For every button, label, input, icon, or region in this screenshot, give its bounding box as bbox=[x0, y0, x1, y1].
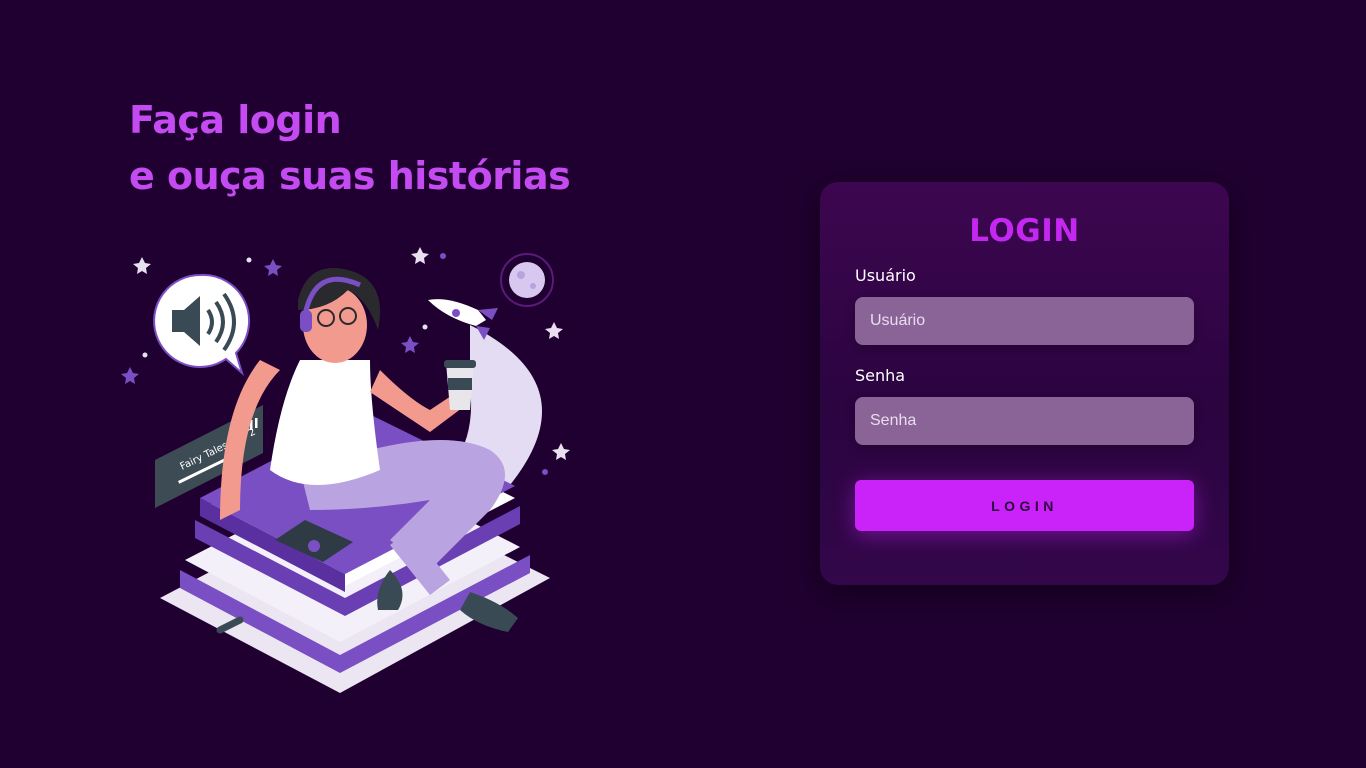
password-label: Senha bbox=[855, 366, 906, 385]
hero-headline: Faça login e ouça suas histórias bbox=[129, 92, 571, 204]
hero-line-1: Faça login bbox=[129, 98, 342, 142]
username-input[interactable] bbox=[855, 297, 1194, 345]
audiobook-illustration: Fairy Tales Vol. 2 bbox=[121, 247, 570, 693]
login-page: Faça login e ouça suas histórias Fairy T… bbox=[0, 0, 1366, 768]
hero-line-2: e ouça suas histórias bbox=[129, 154, 571, 198]
login-card-title: LOGIN bbox=[969, 213, 1080, 249]
password-input[interactable] bbox=[855, 397, 1194, 445]
moon-icon bbox=[500, 253, 554, 307]
rocket-icon bbox=[428, 299, 498, 340]
speaker-icon bbox=[153, 273, 250, 377]
username-label: Usuário bbox=[855, 266, 916, 285]
login-button[interactable]: LOGIN bbox=[855, 480, 1194, 531]
